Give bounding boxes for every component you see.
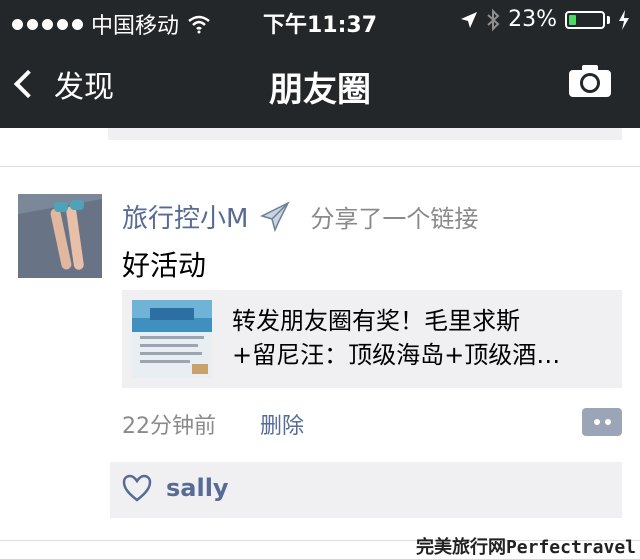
- post-text: 好活动: [122, 249, 207, 282]
- charging-bolt-icon: [619, 9, 629, 30]
- heart-icon: [122, 474, 152, 502]
- previous-post-likes-strip: [108, 128, 622, 140]
- post-divider: [0, 166, 640, 167]
- page-title: 朋友圈: [269, 70, 371, 110]
- camera-icon[interactable]: [568, 64, 612, 98]
- battery-percent: 23%: [508, 7, 557, 32]
- watermark: 完美旅行网Perfectravel: [415, 537, 636, 558]
- battery-tip: [607, 15, 610, 24]
- link-title-line-1: 转发朋友圈有奖！毛里求斯: [232, 307, 520, 335]
- author-name[interactable]: 旅行控小M: [122, 198, 248, 235]
- link-title-line-2: +留尼汪：顶级海岛+顶级酒…: [232, 341, 561, 369]
- status-bar: 中国移动 下午11:37 23%: [0, 0, 640, 40]
- avatar[interactable]: [18, 194, 102, 278]
- status-right: 23%: [460, 7, 630, 32]
- share-action-text: 分享了一个链接: [310, 205, 479, 233]
- link-title: 转发朋友圈有奖！毛里求斯 +留尼汪：顶级海岛+顶级酒…: [232, 304, 612, 372]
- battery-level: [569, 14, 576, 25]
- shared-link-card[interactable]: 转发朋友圈有奖！毛里求斯 +留尼汪：顶级海岛+顶级酒…: [122, 290, 622, 388]
- nav-bar: 发现 朋友圈: [0, 40, 640, 128]
- link-thumbnail: [132, 300, 212, 378]
- avatar-image: [18, 194, 102, 278]
- post-meta: 22分钟前 删除: [122, 408, 304, 440]
- airplane-icon: [260, 200, 291, 232]
- battery-icon: [565, 10, 605, 29]
- likes-row: sally: [122, 474, 229, 502]
- delete-button[interactable]: 删除: [260, 408, 304, 440]
- bluetooth-icon: [487, 8, 500, 31]
- comment-icon: [582, 418, 611, 426]
- location-arrow-icon: [461, 11, 478, 28]
- comment-button[interactable]: [582, 408, 622, 436]
- likes-section: sally: [110, 462, 622, 518]
- liker-name[interactable]: sally: [166, 474, 229, 502]
- post-time: 22分钟前: [122, 414, 216, 439]
- post-header: 旅行控小M 分享了一个链接: [122, 198, 478, 235]
